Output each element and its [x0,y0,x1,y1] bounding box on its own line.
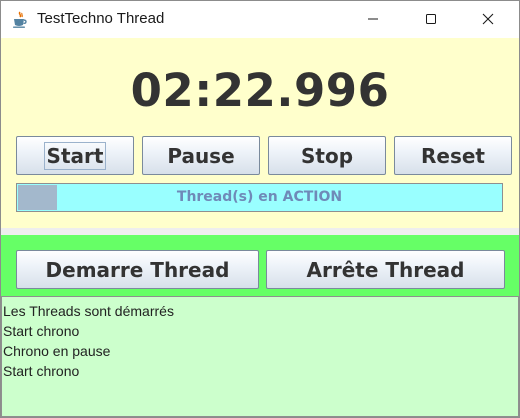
maximize-icon [425,10,437,29]
stop-button-label: Stop [300,143,354,168]
timer-display: 02:22.996 [130,64,390,117]
arrete-thread-button[interactable]: Arrête Thread [266,250,505,289]
thread-control-panel: Demarre Thread Arrête Thread [1,235,519,296]
log-line: Start chrono [3,363,80,379]
pause-button-label: Pause [167,143,235,168]
log-line: Start chrono [3,323,80,339]
start-button[interactable]: Start [16,136,134,175]
reset-button[interactable]: Reset [394,136,512,175]
app-window: TestTechno Thread 02:22.996 Start Pause … [0,0,520,418]
maximize-button[interactable] [408,1,454,37]
reset-button-label: Reset [421,143,485,168]
log-line: Chrono en pause [3,343,111,359]
minimize-button[interactable] [350,1,396,37]
panel-separator [1,228,519,235]
log-text-area[interactable]: Les Threads sont démarrés Start chrono C… [1,296,519,417]
close-button[interactable] [465,1,511,37]
window-title: TestTechno Thread [37,10,165,27]
thread-progress-bar: Thread(s) en ACTION [16,183,503,212]
stop-button[interactable]: Stop [268,136,386,175]
chrono-panel: 02:22.996 Start Pause Stop Reset Thread(… [1,38,519,228]
log-line: Les Threads sont démarrés [3,303,174,319]
minimize-icon [367,10,379,29]
java-cup-icon [11,11,29,29]
close-icon [482,10,494,29]
demarre-thread-button[interactable]: Demarre Thread [16,250,259,289]
title-bar[interactable]: TestTechno Thread [1,1,519,38]
demarre-thread-label: Demarre Thread [45,257,230,282]
arrete-thread-label: Arrête Thread [306,257,465,282]
pause-button[interactable]: Pause [142,136,260,175]
progress-label: Thread(s) en ACTION [176,189,343,205]
start-button-label: Start [43,141,107,170]
